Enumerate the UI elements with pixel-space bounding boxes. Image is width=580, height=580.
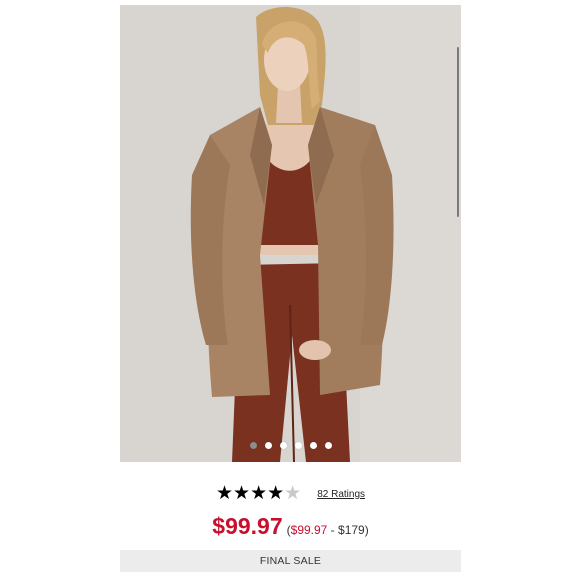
carousel-dot[interactable]: [294, 442, 302, 449]
star-empty-icon: ★: [284, 482, 302, 504]
product-detail-panel: ★ ★ ★ ★ ★ 82 Ratings $99.97 ($99.97 - $1…: [120, 0, 461, 580]
product-image[interactable]: [120, 5, 461, 462]
price-range-sale: $99.97: [290, 523, 328, 537]
rating-row: ★ ★ ★ ★ ★ 82 Ratings: [120, 482, 461, 504]
carousel-dot[interactable]: [309, 442, 317, 449]
carousel-dot[interactable]: [324, 442, 332, 449]
star-filled-icon: ★: [250, 482, 268, 504]
final-sale-badge: FINAL SALE: [120, 550, 461, 572]
price-range-max: $179: [338, 523, 365, 537]
star-filled-icon: ★: [215, 482, 234, 504]
price-range: ($99.97 - $179): [287, 523, 369, 537]
star-rating: ★ ★ ★ ★ ★: [216, 484, 301, 503]
price-range-separator: -: [327, 523, 339, 537]
price-range-close: ): [364, 523, 369, 537]
price-row: $99.97 ($99.97 - $179): [120, 513, 461, 543]
carousel-dot[interactable]: [249, 442, 257, 449]
image-scrollbar[interactable]: [457, 47, 459, 217]
star-filled-icon: ★: [267, 482, 285, 504]
carousel-dot[interactable]: [279, 442, 287, 449]
ratings-count-link[interactable]: 82 Ratings: [317, 489, 365, 500]
star-filled-icon: ★: [233, 482, 251, 504]
product-photo-illustration: [120, 5, 461, 462]
current-price: $99.97: [212, 513, 283, 539]
carousel-dots: [120, 442, 461, 452]
carousel-dot[interactable]: [264, 442, 272, 449]
